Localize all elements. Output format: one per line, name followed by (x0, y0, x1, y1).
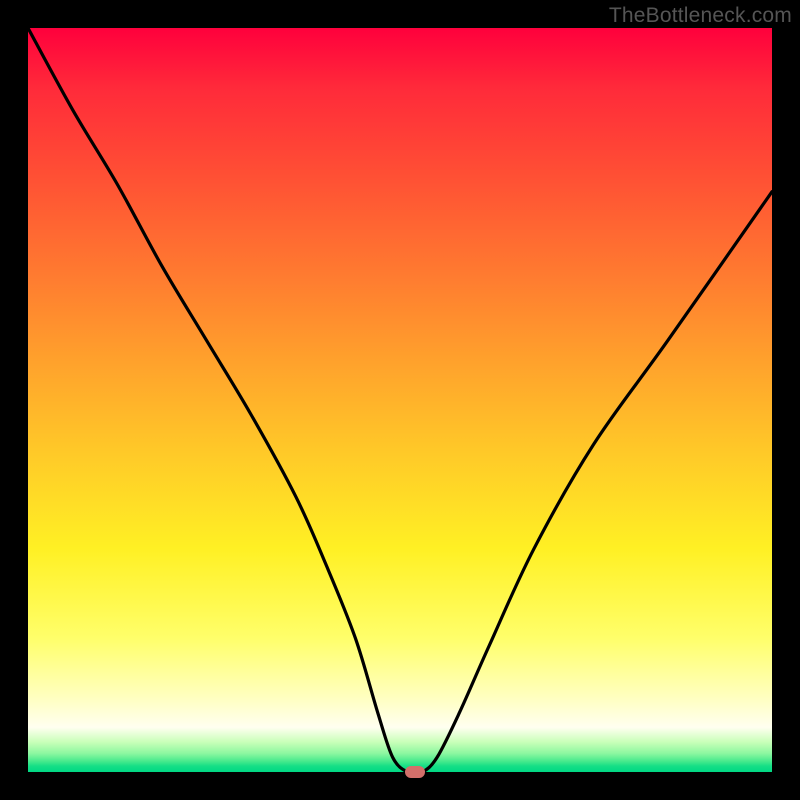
plot-area (28, 28, 772, 772)
watermark-text: TheBottleneck.com (609, 4, 792, 28)
chart-container: TheBottleneck.com (0, 0, 800, 800)
optimum-marker (405, 766, 425, 778)
gradient-background (28, 28, 772, 772)
